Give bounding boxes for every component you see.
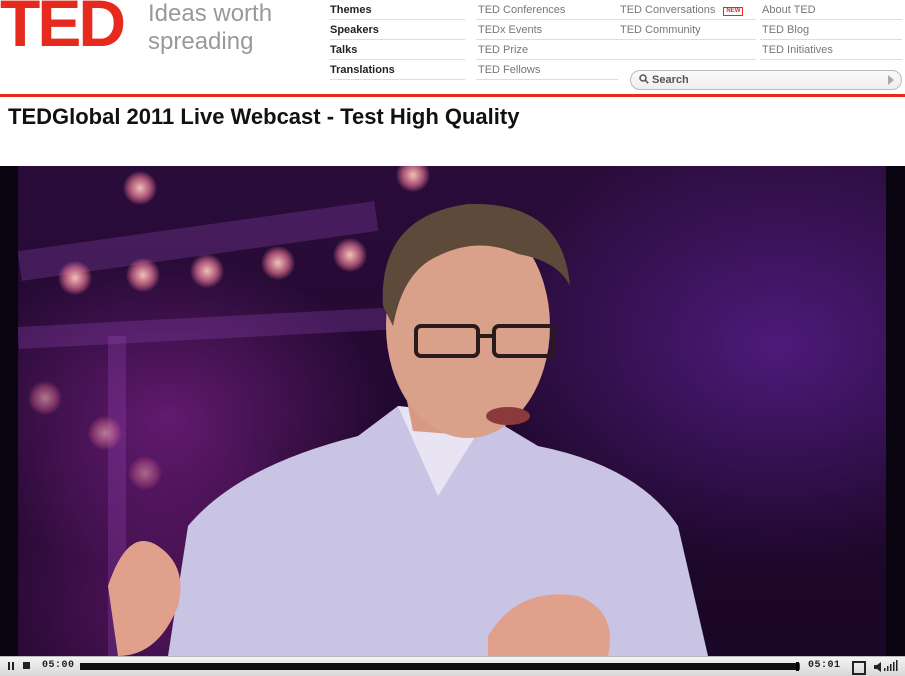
nav-speakers[interactable]: Speakers <box>330 20 465 40</box>
search-box[interactable]: Search <box>630 70 902 90</box>
search-submit-arrow-icon[interactable] <box>888 75 894 85</box>
ted-logo[interactable]: TED Ideas worth spreading <box>0 0 280 60</box>
seek-handle[interactable] <box>795 662 799 671</box>
nav-ted-conversations[interactable]: TED Conversations NEW <box>618 0 756 20</box>
nav-ted-initiatives[interactable]: TED Initiatives <box>760 40 902 60</box>
nav-community: TED Conversations NEW TED Community <box>618 0 756 60</box>
new-badge: NEW <box>723 7 744 16</box>
current-time: 05:00 <box>42 660 75 671</box>
total-time: 05:01 <box>808 660 841 671</box>
nav-about: About TED TED Blog TED Initiatives <box>760 0 902 60</box>
nav-spacer <box>618 40 756 60</box>
stop-icon[interactable] <box>20 657 32 676</box>
search-icon <box>639 74 649 84</box>
nav-about-ted[interactable]: About TED <box>760 0 902 20</box>
tagline-line-2: spreading <box>148 28 254 55</box>
fullscreen-icon[interactable] <box>849 657 866 676</box>
search-label[interactable]: Search <box>652 74 689 86</box>
nav-talks[interactable]: Talks <box>330 40 465 60</box>
video-player[interactable] <box>0 166 905 656</box>
pause-icon[interactable] <box>5 657 17 676</box>
video-frame[interactable] <box>17 166 886 656</box>
site-header: TED Ideas worth spreading Themes Speaker… <box>0 0 905 97</box>
nav-events: TED Conferences TEDx Events TED Prize TE… <box>476 0 618 80</box>
nav-primary: Themes Speakers Talks Translations <box>330 0 465 80</box>
seek-bar-fill <box>80 663 798 670</box>
nav-tedx-events[interactable]: TEDx Events <box>476 20 618 40</box>
nav-ted-prize[interactable]: TED Prize <box>476 40 618 60</box>
speaker-figure <box>108 203 708 656</box>
ted-tagline: Ideas worth spreading <box>148 0 272 56</box>
ted-logo-mark[interactable]: TED <box>0 0 126 56</box>
tagline-line-1: Ideas worth <box>148 0 273 27</box>
nav-translations[interactable]: Translations <box>330 60 465 80</box>
volume-icon[interactable] <box>872 657 900 676</box>
nav-themes[interactable]: Themes <box>330 0 465 20</box>
page-title: TEDGlobal 2011 Live Webcast - Test High … <box>8 104 520 129</box>
header-divider <box>0 94 905 97</box>
player-controls: 05:00 05:01 <box>0 656 905 676</box>
nav-ted-conversations-label[interactable]: TED Conversations <box>620 4 715 16</box>
seek-bar[interactable] <box>80 662 800 671</box>
nav-ted-conferences[interactable]: TED Conferences <box>476 0 618 20</box>
nav-ted-fellows[interactable]: TED Fellows <box>476 60 618 80</box>
nav-ted-community[interactable]: TED Community <box>618 20 756 40</box>
nav-ted-blog[interactable]: TED Blog <box>760 20 902 40</box>
